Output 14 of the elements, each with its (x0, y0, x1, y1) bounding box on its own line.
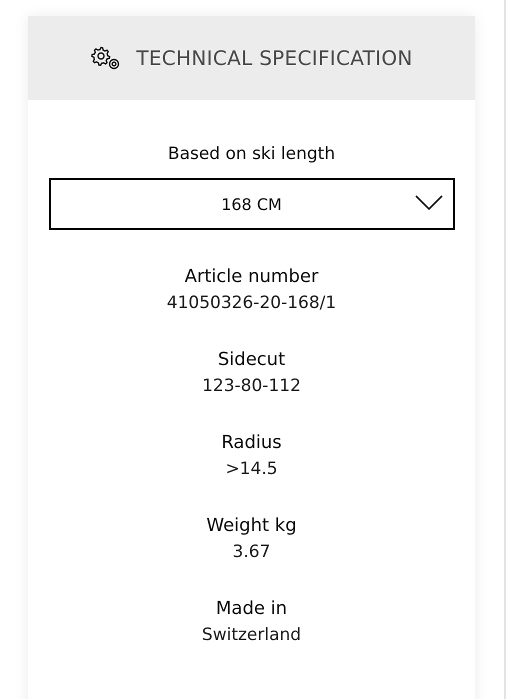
spec-value: Switzerland (202, 625, 302, 645)
chevron-down-icon (414, 195, 442, 211)
spec-value: 123-80-112 (202, 376, 301, 396)
spec-value: 3.67 (232, 542, 270, 562)
length-dropdown[interactable]: 168 CM (48, 178, 454, 230)
spec-value: >14.5 (225, 459, 278, 479)
spec-value: 41050326-20-168/1 (166, 293, 336, 313)
spec-label: Sidecut (218, 349, 286, 370)
select-label: Based on ski length (168, 144, 336, 164)
spec-label: Weight kg (206, 515, 297, 536)
spec-label: Article number (184, 266, 318, 287)
spec-label: Made in (216, 598, 288, 619)
spec-label: Radius (221, 432, 282, 453)
section-title: TECHNICAL SPECIFICATION (136, 46, 413, 70)
